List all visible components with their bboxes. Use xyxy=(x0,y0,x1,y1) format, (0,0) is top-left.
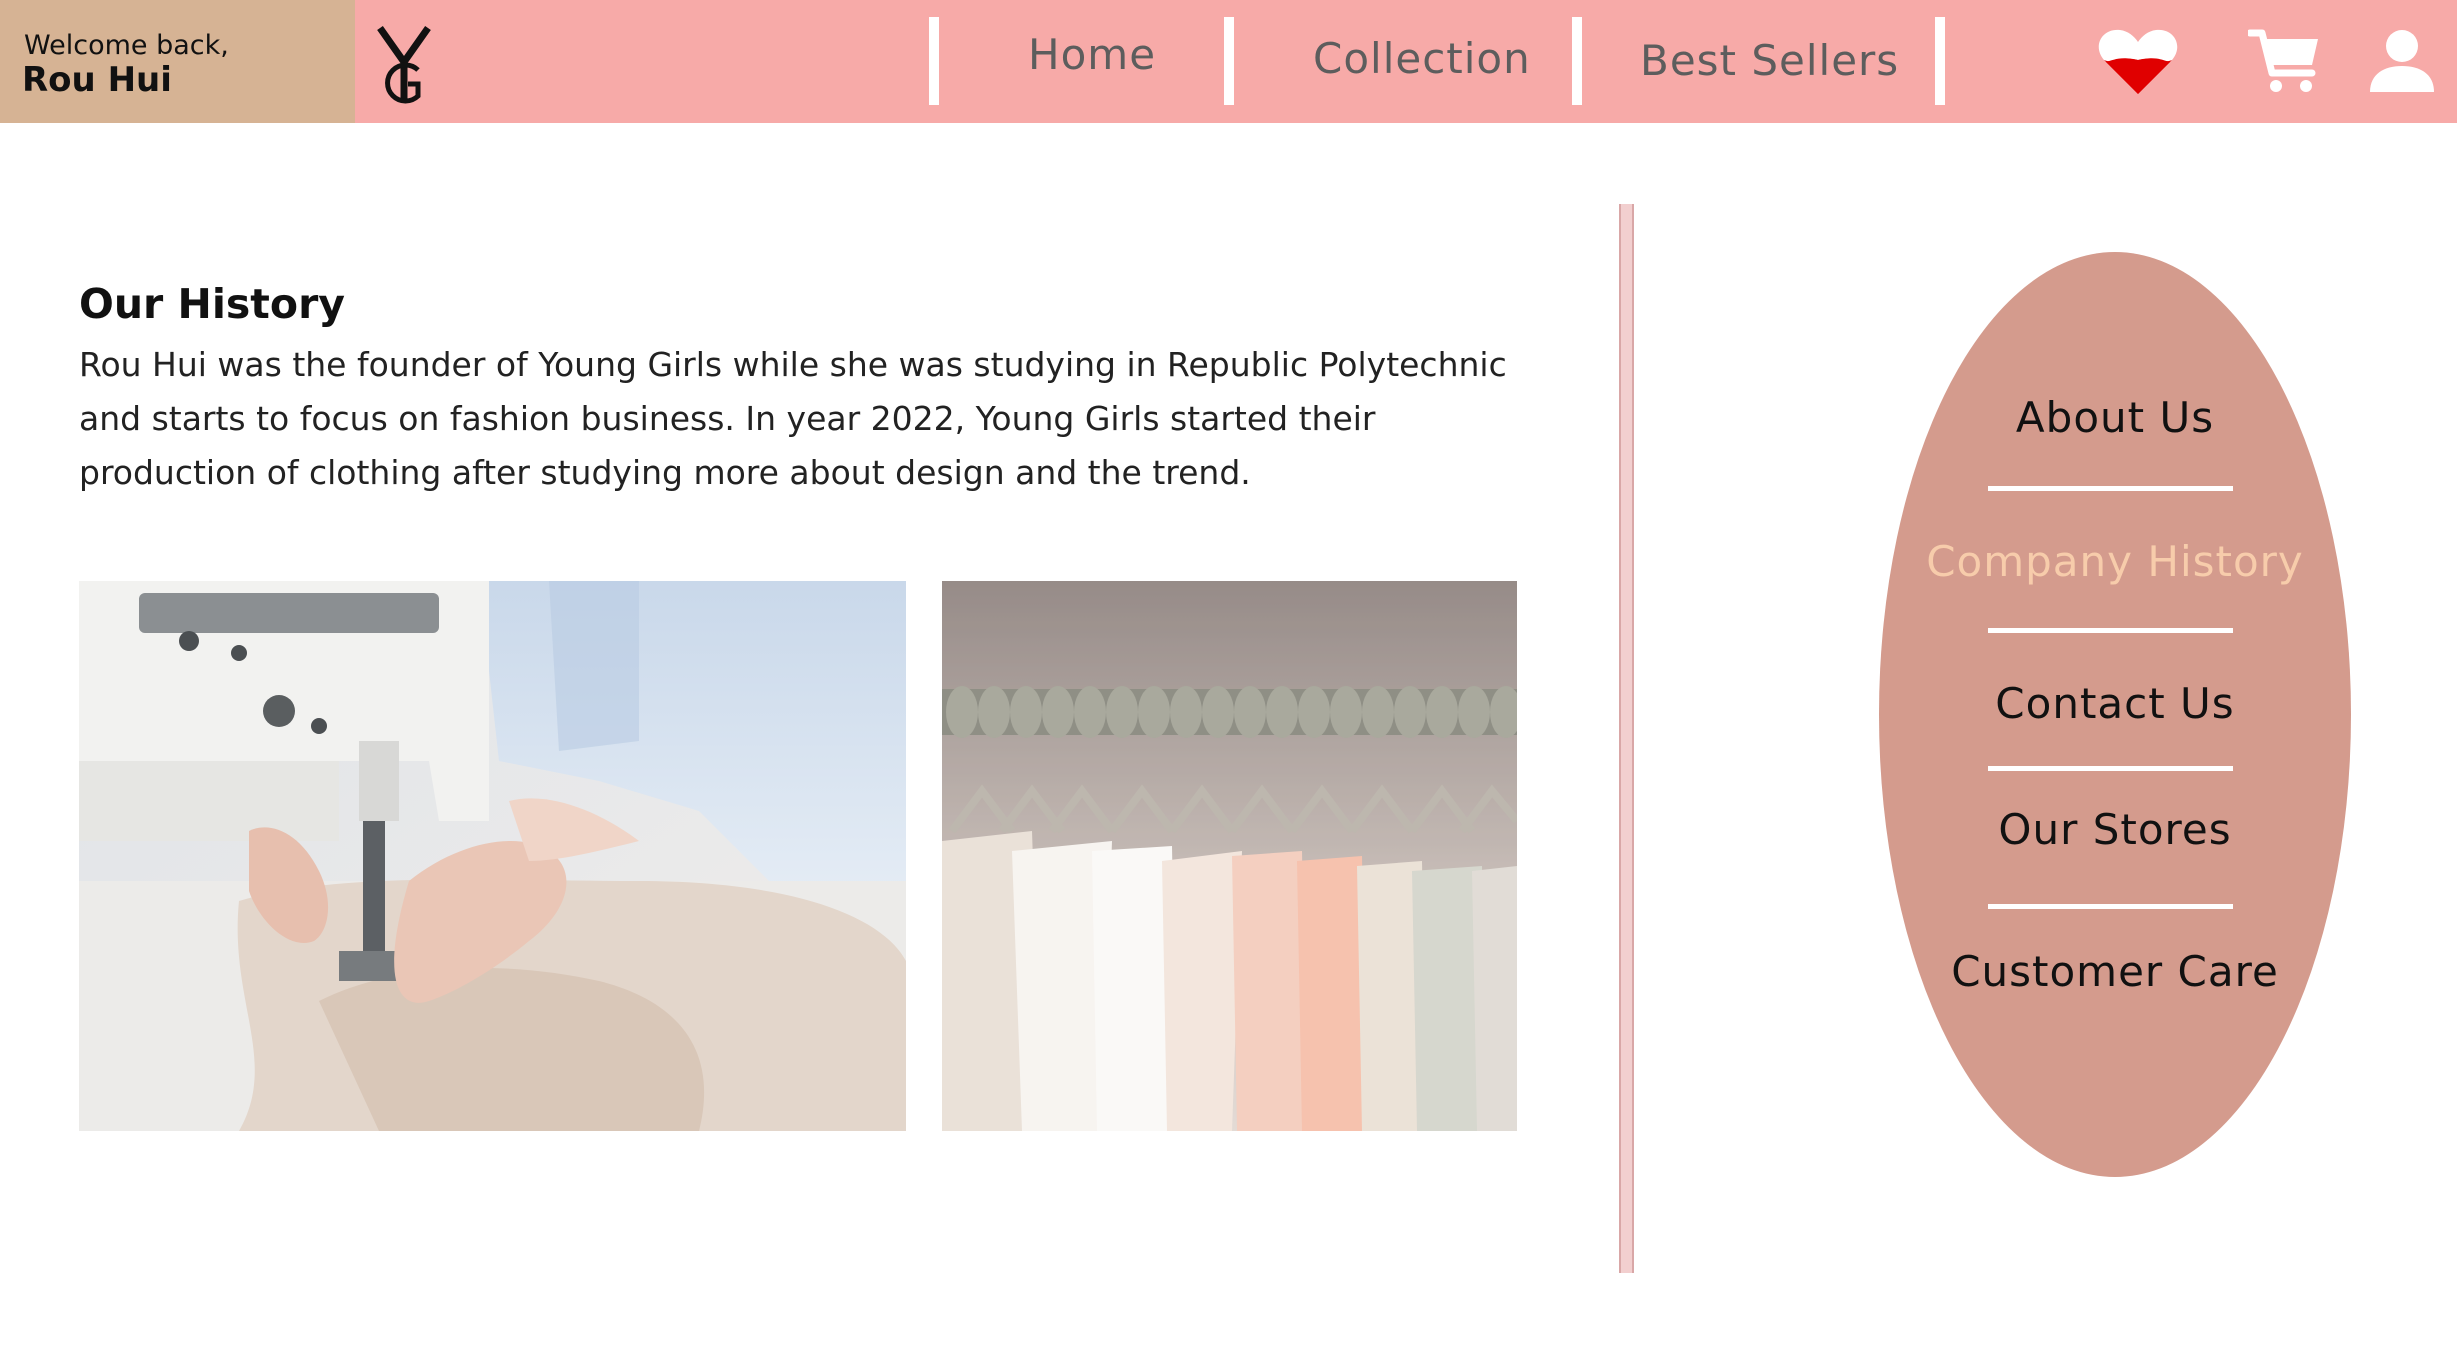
content-divider xyxy=(1619,204,1634,1273)
history-paragraph: Rou Hui was the founder of Young Girls w… xyxy=(79,338,1519,500)
user-name: Rou Hui xyxy=(22,60,172,100)
welcome-greeting: Welcome back, xyxy=(24,30,229,61)
nav-divider xyxy=(929,17,939,105)
menu-contact-us[interactable]: Contact Us xyxy=(1879,679,2351,728)
nav-divider xyxy=(1224,17,1234,105)
menu-company-history[interactable]: Company History xyxy=(1879,537,2351,586)
nav-divider xyxy=(1935,17,1945,105)
welcome-panel: Welcome back, Rou Hui xyxy=(0,0,355,123)
clothing-rack-photo xyxy=(942,581,1517,1131)
history-line: production of clothing after studying mo… xyxy=(79,453,1251,492)
yg-logo-icon[interactable] xyxy=(372,24,442,104)
menu-our-stores[interactable]: Our Stores xyxy=(1879,805,2351,854)
menu-separator xyxy=(1988,628,2233,633)
nav-divider xyxy=(1572,17,1582,105)
nav-collection-link[interactable]: Collection xyxy=(1313,34,1531,83)
heart-icon[interactable] xyxy=(2098,26,2178,98)
sewing-machine-photo xyxy=(79,581,906,1131)
user-icon[interactable] xyxy=(2368,28,2436,94)
menu-about-us[interactable]: About Us xyxy=(1879,393,2351,442)
menu-separator xyxy=(1988,766,2233,771)
nav-best-sellers-link[interactable]: Best Sellers xyxy=(1640,36,1899,85)
menu-separator xyxy=(1988,486,2233,491)
cart-icon[interactable] xyxy=(2246,27,2322,95)
nav-home-link[interactable]: Home xyxy=(1028,30,1156,79)
menu-separator xyxy=(1988,904,2233,909)
top-navbar: Welcome back, Rou Hui Home Collection Be… xyxy=(0,0,2457,123)
history-line: Rou Hui was the founder of Young Girls w… xyxy=(79,345,1507,384)
menu-customer-care[interactable]: Customer Care xyxy=(1879,947,2351,996)
history-line: and starts to focus on fashion business.… xyxy=(79,399,1376,438)
our-history-heading: Our History xyxy=(79,280,346,328)
about-side-menu: About Us Company History Contact Us Our … xyxy=(1879,252,2351,1177)
